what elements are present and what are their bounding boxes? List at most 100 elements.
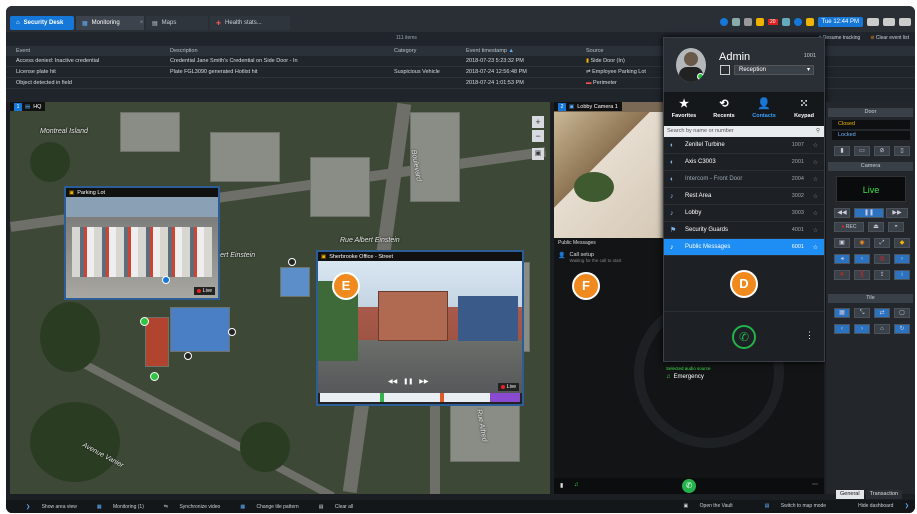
info-icon[interactable]: i — [894, 270, 910, 280]
nav-contacts[interactable]: 👤 Contacts — [744, 92, 784, 126]
star-icon[interactable]: ☆ — [813, 176, 818, 183]
door-unlock-icon[interactable]: ▭ — [854, 146, 870, 156]
camera-pin-icon[interactable] — [288, 258, 296, 266]
snapshot-icon[interactable]: ▣ — [834, 238, 850, 248]
tile-swap-icon[interactable]: ⇄ — [874, 308, 890, 318]
column-timestamp[interactable]: Event timestamp ▲ — [466, 48, 514, 54]
zoom-icon[interactable]: ⤢ — [874, 238, 890, 248]
star-icon[interactable]: ☆ — [813, 244, 818, 251]
export-icon[interactable]: ◆ — [894, 238, 910, 248]
cancel-icon[interactable]: ✕ — [834, 270, 850, 280]
ptz-target-icon[interactable]: ◎ — [874, 254, 890, 264]
ptz-left-icon[interactable]: ◂ — [834, 254, 850, 264]
map-sensor-green[interactable] — [150, 372, 159, 381]
door-shunt-icon[interactable]: ⊘ — [874, 146, 890, 156]
restore-icon[interactable] — [883, 18, 895, 26]
eject-icon[interactable]: ⏏ — [868, 222, 884, 232]
forward-icon[interactable]: ▶▶ — [886, 208, 908, 218]
list-item[interactable]: ◐ Zenitel Turbine 1007 ☆ — [664, 137, 824, 154]
ptz-back-icon[interactable]: ‹ — [854, 254, 870, 264]
lock-icon[interactable] — [743, 18, 752, 26]
contacts-tray-icon[interactable] — [719, 18, 728, 26]
monitor-icon[interactable] — [731, 18, 740, 26]
stats-icon[interactable] — [805, 18, 814, 26]
tab-general[interactable]: General — [836, 490, 864, 499]
notification-badge[interactable]: 20 — [767, 19, 778, 25]
column-category[interactable]: Category — [394, 48, 416, 54]
change-tile-pattern-button[interactable]: ▦ Change tile pattern — [230, 504, 298, 510]
record-button[interactable]: ● REC — [834, 222, 864, 232]
video-timeline[interactable] — [320, 393, 520, 402]
tile-fullscreen-icon[interactable]: ▢ — [894, 308, 910, 318]
hide-dashboard-button[interactable]: Hide dashboard ❯ — [848, 503, 909, 509]
camera-live-view[interactable]: Live — [836, 176, 906, 202]
clear-event-list-button[interactable]: ⊘ Clear event list — [870, 35, 909, 41]
open-vault-button[interactable]: ▣ Open the Vault — [674, 503, 733, 509]
map-sensor-green[interactable] — [140, 317, 149, 326]
tab-maps[interactable]: ▤ Maps — [146, 16, 208, 30]
tile-refresh-icon[interactable]: ↻ — [894, 324, 910, 334]
stop-icon[interactable]: ╳ — [854, 270, 870, 280]
more-icon[interactable]: ⋮ — [805, 330, 814, 341]
list-item-selected[interactable]: ♪ Public Messages 6001 ☆ — [664, 239, 824, 256]
star-icon[interactable]: ☆ — [813, 193, 818, 200]
camera-pin-icon[interactable] — [228, 328, 236, 336]
map-zone-red[interactable] — [145, 317, 169, 367]
synchronize-video-button[interactable]: ⇋ Synchronize video — [154, 504, 220, 510]
dome-icon[interactable]: ◓ — [888, 222, 904, 232]
column-event[interactable]: Event — [16, 48, 30, 54]
camera-pin-icon[interactable] — [184, 352, 192, 360]
share-icon[interactable]: ⇪ — [874, 270, 890, 280]
star-icon[interactable]: ☆ — [813, 142, 818, 149]
map-building-highlight[interactable] — [280, 267, 310, 297]
tab-transaction[interactable]: Transaction — [865, 490, 903, 499]
door-open-icon[interactable]: ▮ — [834, 146, 850, 156]
map-building-highlight[interactable] — [170, 307, 230, 352]
star-icon[interactable]: ☆ — [813, 210, 818, 217]
tab-security-desk[interactable]: ⌂ Security Desk — [10, 16, 74, 30]
nav-keypad[interactable]: ⁙ Keypad — [784, 92, 824, 126]
forward-icon[interactable]: ▶▶ — [419, 378, 428, 385]
switch-map-mode-button[interactable]: ▤ Switch to map mode — [755, 503, 826, 509]
star-icon[interactable]: ☆ — [813, 227, 818, 234]
column-source[interactable]: Source — [586, 48, 603, 54]
clear-all-button[interactable]: ▤ Clear all — [309, 504, 353, 510]
tab-monitoring[interactable]: ▦ Monitoring × — [76, 16, 144, 30]
rewind-icon[interactable]: ◀◀ — [834, 208, 850, 218]
tile-expand-icon[interactable]: ⤡ — [854, 308, 870, 318]
microphone-icon[interactable]: ▮ — [560, 482, 563, 489]
location-select[interactable]: Reception ▾ — [734, 65, 814, 75]
star-icon[interactable]: ☆ — [813, 159, 818, 166]
call-button[interactable]: ✆ — [682, 479, 696, 493]
pause-icon[interactable]: ❚❚ — [403, 378, 413, 385]
zoom-out-icon[interactable]: − — [532, 130, 544, 142]
tile-prev-icon[interactable]: ‹ — [834, 324, 850, 334]
camera-pin-icon[interactable] — [162, 276, 170, 284]
volume-icon[interactable] — [781, 18, 790, 26]
list-item[interactable]: ♪ Lobby 3003 ☆ — [664, 205, 824, 222]
list-item[interactable]: ♪ Rest Area 3002 ☆ — [664, 188, 824, 205]
more-icon[interactable]: ⋯ — [812, 481, 818, 488]
clock[interactable]: Tue 12:44 PM — [817, 17, 863, 27]
list-item[interactable]: ◐ Intercom - Front Door 2004 ☆ — [664, 171, 824, 188]
monitoring-button[interactable]: ▦ Monitoring (1) — [87, 504, 144, 510]
nav-recents[interactable]: ⟲ Recents — [704, 92, 744, 126]
bookmark-icon[interactable]: ◉ — [854, 238, 870, 248]
pause-icon[interactable]: ❚❚ — [854, 208, 884, 218]
rewind-icon[interactable]: ◀◀ — [388, 378, 397, 385]
tile-next-icon[interactable]: › — [854, 324, 870, 334]
zoom-in-icon[interactable]: + — [532, 116, 544, 128]
layers-icon[interactable]: ▣ — [532, 148, 544, 160]
list-item[interactable]: ⚑ Security Guards 4001 ☆ — [664, 222, 824, 239]
globe-icon[interactable] — [793, 18, 802, 26]
audio-icon[interactable]: ♫ — [574, 482, 579, 488]
ptz-right-icon[interactable]: › — [894, 254, 910, 264]
call-button[interactable]: ✆ — [732, 325, 756, 349]
map-tile[interactable]: Montreal Island Rue Albert Einstein Albe… — [10, 102, 550, 494]
tab-health-stats[interactable]: ✚ Health stats... — [210, 16, 290, 30]
door-more-icon[interactable]: ▯ — [894, 146, 910, 156]
column-description[interactable]: Description — [170, 48, 198, 54]
show-area-view-button[interactable]: ❯ Show area view — [16, 504, 77, 510]
tile-home-icon[interactable]: ⌂ — [874, 324, 890, 334]
close-window-icon[interactable] — [899, 18, 911, 26]
